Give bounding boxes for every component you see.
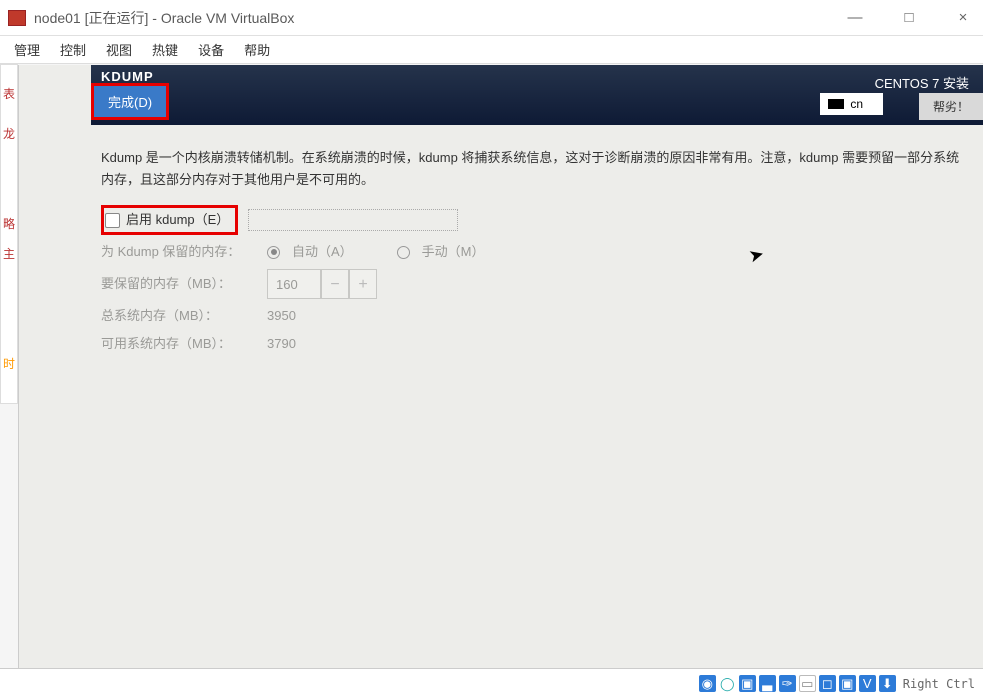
network-icon[interactable]: ▃ (759, 675, 776, 692)
radio-auto-label: 自动（A） (292, 241, 353, 263)
memory-stepper: − + (267, 269, 377, 299)
window-title: node01 [正在运行] - Oracle VM VirtualBox (34, 8, 843, 28)
left-gutter: 表 龙 略 主 时 (0, 64, 18, 404)
vm-display: KDUMP 完成(D) CENTOS 7 安装 cn 帮劣！ Kdump 是一个… (18, 65, 983, 668)
avail-memory-row: 可用系统内存（MB）： 3790 (101, 333, 965, 355)
reserve-mode-row: 为 Kdump 保留的内存： 自动（A） 手动（M） (101, 241, 965, 263)
total-memory-label: 总系统内存（MB）： (101, 305, 255, 327)
done-button[interactable]: 完成(D) (94, 86, 166, 117)
virtualbox-menubar: 管理 控制 视图 热键 设备 帮助 (0, 36, 983, 64)
radio-manual-label: 手动（M） (422, 241, 485, 263)
help-button[interactable]: 帮劣！ (919, 93, 983, 120)
virtualbox-statusbar: ◉ ◯ ▣ ▃ ✑ ▭ ◻ ▣ V ⬇ Right Ctrl (0, 668, 983, 698)
menu-view[interactable]: 视图 (106, 40, 132, 59)
menu-control[interactable]: 控制 (60, 40, 86, 59)
display-icon[interactable]: ◻ (819, 675, 836, 692)
keyboard-icon (828, 99, 844, 109)
step-down-button[interactable]: − (321, 269, 349, 299)
menu-hotkeys[interactable]: 热键 (152, 40, 178, 59)
avail-memory-label: 可用系统内存（MB）： (101, 333, 255, 355)
enable-row: 启用 kdump（E） (101, 205, 965, 235)
dotted-extension (248, 209, 458, 231)
description-text: Kdump 是一个内核崩溃转储机制。在系统崩溃的时候，kdump 将捕获系统信息… (101, 147, 965, 191)
radio-auto[interactable] (267, 246, 280, 259)
installer-header: KDUMP 完成(D) CENTOS 7 安装 cn 帮劣！ (91, 65, 983, 125)
audio-icon[interactable]: ▣ (739, 675, 756, 692)
step-up-button[interactable]: + (349, 269, 377, 299)
optical-icon[interactable]: ◯ (719, 675, 736, 692)
vrde-icon[interactable]: V (859, 675, 876, 692)
enable-kdump-label: 启用 kdump（E） (126, 209, 229, 231)
to-reserve-label: 要保留的内存（MB）： (101, 273, 255, 295)
close-button[interactable]: × (951, 10, 975, 25)
shared-folder-icon[interactable]: ▭ (799, 675, 816, 692)
menu-help[interactable]: 帮助 (244, 40, 270, 59)
radio-manual[interactable] (397, 246, 410, 259)
record-icon[interactable]: ▣ (839, 675, 856, 692)
page-title: KDUMP (101, 69, 154, 84)
enable-kdump-checkbox[interactable] (105, 213, 120, 228)
reserve-label: 为 Kdump 保留的内存： (101, 241, 255, 263)
total-memory-value: 3950 (267, 305, 296, 327)
to-reserve-row: 要保留的内存（MB）： − + (101, 269, 965, 299)
enable-highlight: 启用 kdump（E） (101, 205, 238, 235)
product-label: CENTOS 7 安装 (875, 73, 969, 92)
done-highlight: 完成(D) (91, 83, 169, 120)
total-memory-row: 总系统内存（MB）： 3950 (101, 305, 965, 327)
minimize-button[interactable]: — (843, 10, 867, 25)
keyboard-layout: cn (850, 97, 863, 111)
hostkey-icon[interactable]: ⬇ (879, 675, 896, 692)
menu-manage[interactable]: 管理 (14, 40, 40, 59)
menu-devices[interactable]: 设备 (198, 40, 224, 59)
virtualbox-icon (8, 10, 26, 26)
hdd-icon[interactable]: ◉ (699, 675, 716, 692)
virtualbox-titlebar: node01 [正在运行] - Oracle VM VirtualBox — □… (0, 0, 983, 36)
maximize-button[interactable]: □ (897, 10, 921, 25)
window-controls: — □ × (843, 10, 975, 25)
keyboard-indicator[interactable]: cn (820, 93, 883, 115)
avail-memory-value: 3790 (267, 333, 296, 355)
memory-input[interactable] (267, 269, 321, 299)
content-area: Kdump 是一个内核崩溃转储机制。在系统崩溃的时候，kdump 将捕获系统信息… (19, 125, 983, 374)
hostkey-label: Right Ctrl (903, 677, 975, 691)
usb-icon[interactable]: ✑ (779, 675, 796, 692)
